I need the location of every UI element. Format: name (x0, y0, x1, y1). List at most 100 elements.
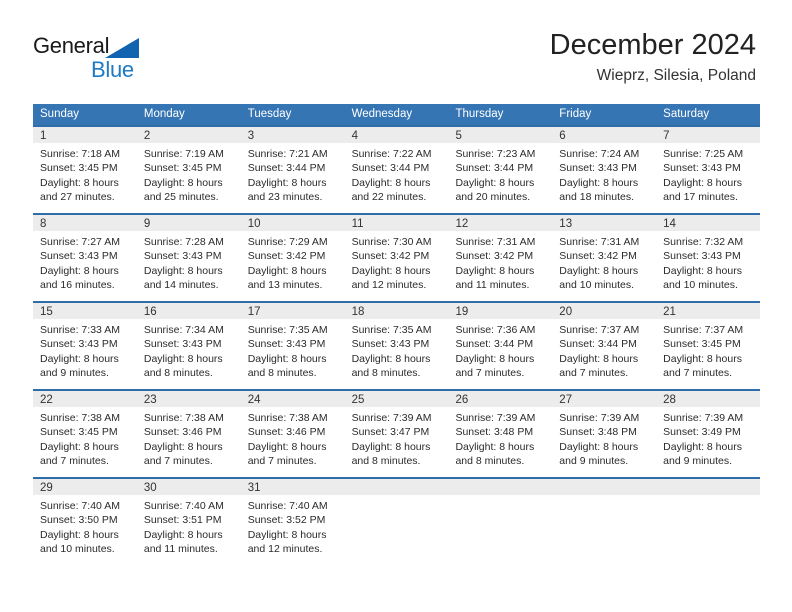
daylight-line-2: and 18 minutes. (559, 191, 635, 204)
day-details: Sunrise: 7:40 AM Sunset: 3:50 PM Dayligh… (33, 495, 137, 565)
day-number: 11 (344, 213, 449, 231)
daylight-line-1: Daylight: 8 hours (663, 264, 742, 277)
calendar-day-cell[interactable]: 16 Sunrise: 7:34 AM Sunset: 3:43 PM Dayl… (136, 301, 241, 389)
daylight-line-1: Daylight: 8 hours (143, 352, 223, 365)
sunset-line: Sunset: 3:42 PM (559, 250, 637, 263)
calendar-day-cell[interactable]: 5 Sunrise: 7:23 AM Sunset: 3:44 PM Dayli… (448, 125, 553, 213)
day-number: 9 (136, 213, 241, 231)
sunset-line: Sunset: 3:42 PM (351, 250, 430, 263)
general-blue-logo[interactable]: General Blue (33, 33, 163, 83)
calendar-day-cell[interactable]: 22 Sunrise: 7:38 AM Sunset: 3:45 PM Dayl… (33, 389, 137, 477)
sunset-line: Sunset: 3:44 PM (351, 162, 430, 175)
calendar-day-cell[interactable]: 12 Sunrise: 7:31 AM Sunset: 3:42 PM Dayl… (448, 213, 553, 301)
sunrise-line: Sunrise: 7:38 AM (247, 412, 328, 424)
sunset-line: Sunset: 3:43 PM (143, 338, 222, 351)
daylight-line-2: and 17 minutes. (663, 191, 738, 204)
calendar-day-cell[interactable]: 7 Sunrise: 7:25 AM Sunset: 3:43 PM Dayli… (656, 125, 761, 213)
sunrise-line: Sunrise: 7:23 AM (455, 148, 536, 160)
logo-text-blue: Blue (91, 57, 134, 82)
calendar-day-cell[interactable]: 9 Sunrise: 7:28 AM Sunset: 3:43 PM Dayli… (136, 213, 241, 301)
sunrise-line: Sunrise: 7:19 AM (143, 148, 224, 160)
daylight-line-1: Daylight: 8 hours (559, 264, 639, 277)
calendar-day-cell[interactable]: 13 Sunrise: 7:31 AM Sunset: 3:42 PM Dayl… (552, 213, 657, 301)
calendar-day-cell[interactable]: 28 Sunrise: 7:39 AM Sunset: 3:49 PM Dayl… (656, 389, 761, 477)
day-number: 29 (33, 477, 137, 495)
day-number (656, 477, 761, 495)
daylight-line-1: Daylight: 8 hours (247, 440, 327, 453)
day-details: Sunrise: 7:34 AM Sunset: 3:43 PM Dayligh… (137, 319, 241, 389)
calendar-day-cell[interactable]: 20 Sunrise: 7:37 AM Sunset: 3:44 PM Dayl… (552, 301, 657, 389)
calendar-day-cell-empty (448, 477, 553, 565)
calendar-day-cell[interactable]: 21 Sunrise: 7:37 AM Sunset: 3:45 PM Dayl… (656, 301, 761, 389)
daylight-line-2: and 23 minutes. (247, 191, 323, 204)
daylight-line-2: and 11 minutes. (143, 543, 218, 556)
page-header: General Blue December 2024 Wieprz, Siles… (0, 0, 792, 100)
calendar-day-cell[interactable]: 31 Sunrise: 7:40 AM Sunset: 3:52 PM Dayl… (240, 477, 345, 565)
calendar-day-cell[interactable]: 2 Sunrise: 7:19 AM Sunset: 3:45 PM Dayli… (136, 125, 241, 213)
calendar-day-cell[interactable]: 29 Sunrise: 7:40 AM Sunset: 3:50 PM Dayl… (33, 477, 137, 565)
calendar-day-cell[interactable]: 17 Sunrise: 7:35 AM Sunset: 3:43 PM Dayl… (240, 301, 345, 389)
day-details: Sunrise: 7:30 AM Sunset: 3:42 PM Dayligh… (345, 231, 449, 301)
daylight-line-2: and 12 minutes. (247, 543, 323, 556)
daylight-line-2: and 7 minutes. (663, 367, 733, 380)
calendar-day-cell[interactable]: 11 Sunrise: 7:30 AM Sunset: 3:42 PM Dayl… (344, 213, 449, 301)
calendar-day-cell[interactable]: 26 Sunrise: 7:39 AM Sunset: 3:48 PM Dayl… (448, 389, 553, 477)
calendar-day-cell[interactable]: 25 Sunrise: 7:39 AM Sunset: 3:47 PM Dayl… (344, 389, 449, 477)
sunrise-line: Sunrise: 7:39 AM (559, 412, 640, 424)
day-details: Sunrise: 7:28 AM Sunset: 3:43 PM Dayligh… (137, 231, 241, 301)
day-number: 25 (344, 389, 449, 407)
calendar-day-cell[interactable]: 15 Sunrise: 7:33 AM Sunset: 3:43 PM Dayl… (33, 301, 137, 389)
weekday-header-monday: Monday (143, 108, 185, 120)
sunrise-line: Sunrise: 7:39 AM (455, 412, 536, 424)
day-details: Sunrise: 7:22 AM Sunset: 3:44 PM Dayligh… (345, 143, 449, 213)
day-number: 22 (33, 389, 137, 407)
calendar-day-cell[interactable]: 18 Sunrise: 7:35 AM Sunset: 3:43 PM Dayl… (344, 301, 449, 389)
day-details: Sunrise: 7:31 AM Sunset: 3:42 PM Dayligh… (448, 231, 552, 301)
calendar-day-cell[interactable]: 30 Sunrise: 7:40 AM Sunset: 3:51 PM Dayl… (136, 477, 241, 565)
calendar-day-cell[interactable]: 23 Sunrise: 7:38 AM Sunset: 3:46 PM Dayl… (136, 389, 241, 477)
day-details: Sunrise: 7:40 AM Sunset: 3:52 PM Dayligh… (241, 495, 345, 565)
daylight-line-2: and 9 minutes. (559, 455, 629, 468)
sunrise-line: Sunrise: 7:38 AM (143, 412, 224, 424)
sunset-line: Sunset: 3:42 PM (247, 250, 326, 263)
sunset-line: Sunset: 3:44 PM (455, 162, 534, 175)
sunset-line: Sunset: 3:42 PM (455, 250, 534, 263)
sunrise-line: Sunrise: 7:27 AM (40, 236, 120, 248)
sunset-line: Sunset: 3:44 PM (455, 338, 534, 351)
daylight-line-1: Daylight: 8 hours (351, 440, 431, 453)
sunset-line: Sunset: 3:43 PM (40, 338, 118, 351)
sunrise-line: Sunrise: 7:37 AM (663, 324, 744, 336)
sunset-line: Sunset: 3:50 PM (40, 514, 118, 527)
day-number: 14 (656, 213, 761, 231)
calendar-day-cell[interactable]: 3 Sunrise: 7:21 AM Sunset: 3:44 PM Dayli… (240, 125, 345, 213)
daylight-line-1: Daylight: 8 hours (559, 352, 639, 365)
sunset-line: Sunset: 3:43 PM (559, 162, 637, 175)
daylight-line-1: Daylight: 8 hours (455, 352, 535, 365)
calendar-day-cell[interactable]: 6 Sunrise: 7:24 AM Sunset: 3:43 PM Dayli… (552, 125, 657, 213)
day-details: Sunrise: 7:37 AM Sunset: 3:45 PM Dayligh… (656, 319, 760, 389)
weekday-header-saturday: Saturday (663, 108, 710, 120)
sunset-line: Sunset: 3:52 PM (247, 514, 326, 527)
calendar-week-row: 29 Sunrise: 7:40 AM Sunset: 3:50 PM Dayl… (33, 477, 761, 565)
calendar-day-cell[interactable]: 1 Sunrise: 7:18 AM Sunset: 3:45 PM Dayli… (33, 125, 137, 213)
day-number (448, 477, 553, 495)
day-number: 6 (552, 125, 657, 143)
calendar-day-cell[interactable]: 27 Sunrise: 7:39 AM Sunset: 3:48 PM Dayl… (552, 389, 657, 477)
daylight-line-1: Daylight: 8 hours (247, 528, 327, 541)
day-details: Sunrise: 7:39 AM Sunset: 3:48 PM Dayligh… (448, 407, 552, 477)
daylight-line-1: Daylight: 8 hours (40, 264, 119, 277)
daylight-line-1: Daylight: 8 hours (40, 352, 119, 365)
calendar-day-cell[interactable]: 8 Sunrise: 7:27 AM Sunset: 3:43 PM Dayli… (33, 213, 137, 301)
daylight-line-2: and 8 minutes. (351, 455, 421, 468)
calendar-day-cell[interactable]: 19 Sunrise: 7:36 AM Sunset: 3:44 PM Dayl… (448, 301, 553, 389)
calendar-day-cell[interactable]: 24 Sunrise: 7:38 AM Sunset: 3:46 PM Dayl… (240, 389, 345, 477)
day-details: Sunrise: 7:31 AM Sunset: 3:42 PM Dayligh… (552, 231, 656, 301)
calendar-day-cell[interactable]: 14 Sunrise: 7:32 AM Sunset: 3:43 PM Dayl… (656, 213, 761, 301)
day-details: Sunrise: 7:38 AM Sunset: 3:46 PM Dayligh… (137, 407, 241, 477)
day-details: Sunrise: 7:25 AM Sunset: 3:43 PM Dayligh… (656, 143, 760, 213)
calendar-grid: Sunday Monday Tuesday Wednesday Thursday… (33, 104, 761, 565)
calendar-day-cell[interactable]: 10 Sunrise: 7:29 AM Sunset: 3:42 PM Dayl… (240, 213, 345, 301)
sunset-line: Sunset: 3:46 PM (143, 426, 222, 439)
calendar-day-cell[interactable]: 4 Sunrise: 7:22 AM Sunset: 3:44 PM Dayli… (344, 125, 449, 213)
sunrise-line: Sunrise: 7:35 AM (351, 324, 432, 336)
